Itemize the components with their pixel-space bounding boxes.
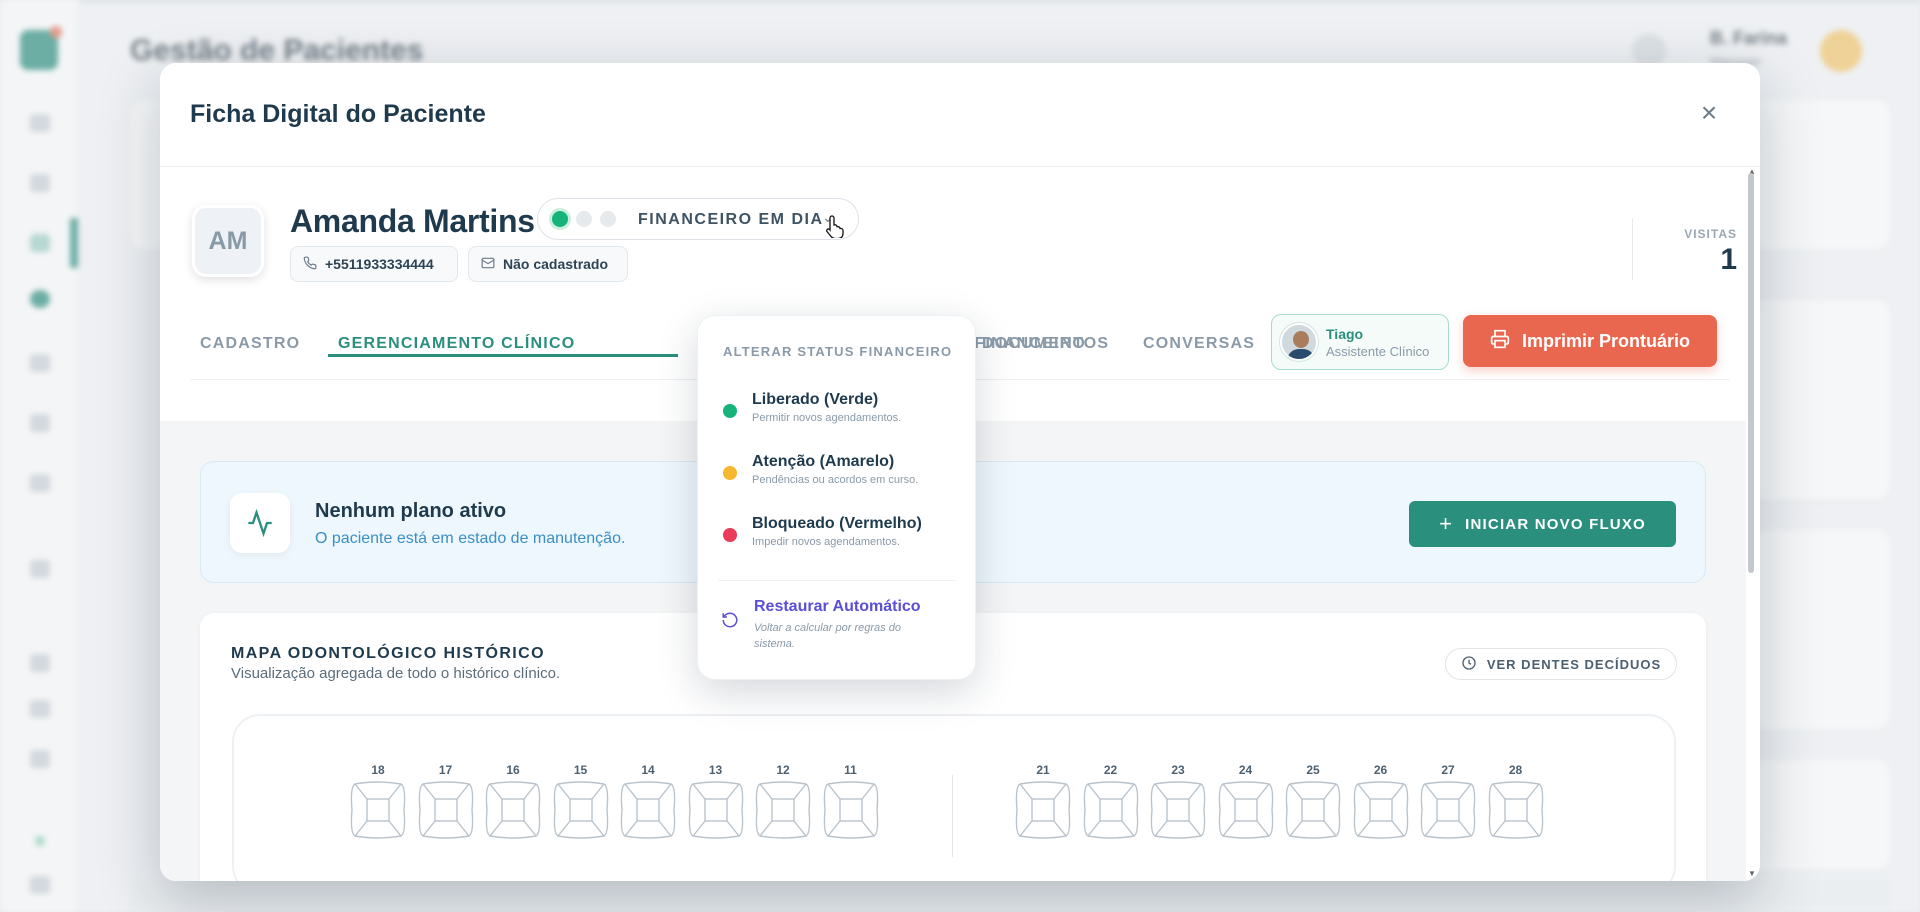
assistant-avatar [1280,323,1318,361]
tooth-number: 22 [1103,763,1118,777]
odontogram-subtitle: Visualização agregada de todo o históric… [231,665,561,682]
activity-icon [230,493,290,553]
tooth-number: 27 [1441,763,1455,777]
option-subtitle: Pendências ou acordos em curso. [752,474,919,486]
refresh-icon [721,611,739,634]
tooth-15[interactable] [552,781,610,839]
tooth-24[interactable] [1217,781,1275,839]
financial-status-label: FINANCEIRO EM DIA [638,211,824,228]
visits-label: VISITAS [1684,227,1737,241]
tab-conversas[interactable]: CONVERSAS [1143,335,1255,353]
tooth-25[interactable] [1284,781,1342,839]
tab-documentos[interactable]: DOCUMENTOS [982,335,1109,353]
phone-number: +5511933334444 [325,256,434,272]
visits-count: 1 [1720,243,1737,276]
tooth-13[interactable] [687,781,745,839]
tab-gerenciamento-clinico[interactable]: GERENCIAMENTO CLÍNICO [338,335,575,353]
tooth-number: 23 [1171,763,1185,777]
tooth-number: 26 [1373,763,1388,777]
status-dot-red [600,211,616,227]
assistant-role: Assistente Clínico [1326,343,1430,359]
option-liberado[interactable]: Liberado (Verde) Permitir novos agendame… [698,386,975,442]
print-record-button[interactable]: Imprimir Prontuário [1463,315,1717,367]
mail-icon [481,256,495,273]
tooth-11[interactable] [822,781,880,839]
restore-title: Restaurar Automático [754,598,921,615]
tooth-26[interactable] [1352,781,1410,839]
tooth-28[interactable] [1487,781,1545,839]
hand-cursor-icon [826,214,846,245]
odontogram-title: MAPA ODONTOLÓGICO HISTÓRICO [231,645,545,662]
visits-divider [1632,218,1633,280]
assistant-card[interactable]: Tiago Assistente Clínico [1271,314,1449,370]
tooth-number: 24 [1238,763,1253,777]
plan-title: Nenhum plano ativo [315,500,507,522]
option-title: Liberado (Verde) [752,391,879,408]
restore-subtitle: Voltar a calcular por regras do sistema. [754,622,901,650]
tooth-number: 18 [371,763,385,777]
red-dot-icon [723,528,737,542]
tooth-16[interactable] [484,781,542,839]
dropdown-header: ALTERAR STATUS FINANCEIRO [723,344,953,359]
tooth-23[interactable] [1149,781,1207,839]
patient-avatar: AM [192,205,264,277]
tooth-number: 25 [1306,763,1320,777]
financial-status-selector[interactable]: FINANCEIRO EM DIA ⌄ [537,198,859,240]
green-dot-icon [723,404,737,418]
status-dot-yellow [576,211,592,227]
dropdown-divider [718,580,955,581]
scrollbar[interactable] [1748,173,1756,873]
option-subtitle: Impedir novos agendamentos. [752,536,900,548]
tooth-22[interactable] [1082,781,1140,839]
tooth-27[interactable] [1419,781,1477,839]
scroll-down-arrow-icon[interactable]: ▼ [1748,869,1756,878]
financial-status-dropdown: ALTERAR STATUS FINANCEIRO Liberado (Verd… [697,315,976,680]
tooth-12[interactable] [754,781,812,839]
tooth-number: 21 [1036,763,1050,777]
assistant-name: Tiago [1326,325,1364,342]
tooth-21[interactable] [1014,781,1072,839]
tooth-number: 17 [438,763,453,777]
tab-cadastro[interactable]: CADASTRO [200,335,300,353]
option-title: Atenção (Amarelo) [752,453,895,470]
tooth-18[interactable] [349,781,407,839]
tooth-number: 28 [1508,763,1523,777]
tooth-number: 12 [776,763,790,777]
patient-record-modal: Ficha Digital do Paciente × ▲ ▼ AM Amand… [160,63,1760,881]
plan-subtitle: O paciente está em estado de manutenção. [315,530,626,547]
email-value: Não cadastrado [503,256,609,272]
view-deciduous-teeth-button[interactable]: VER DENTES DECÍDUOS [1445,648,1677,680]
arch-midline [952,775,953,857]
tooth-number: 14 [641,763,655,777]
deciduous-button-label: VER DENTES DECÍDUOS [1486,656,1662,672]
phone-pill[interactable]: +5511933334444 [290,246,458,282]
restore-automatic-option[interactable]: Restaurar Automático Voltar a calcular p… [698,594,975,664]
printer-icon [1490,329,1510,354]
email-pill[interactable]: Não cadastrado [468,246,628,282]
scrollbar-thumb[interactable] [1748,173,1754,573]
option-subtitle: Permitir novos agendamentos. [752,412,902,424]
print-button-label: Imprimir Prontuário [1521,330,1691,351]
close-icon[interactable]: × [1694,99,1724,129]
option-title: Bloqueado (Vermelho) [752,515,922,532]
tooth-17[interactable] [417,781,475,839]
patient-name: Amanda Martins [290,203,535,239]
tooth-icon [1461,655,1477,674]
start-button-label: INICIAR NOVO FLUXO [1465,515,1646,533]
option-atencao[interactable]: Atenção (Amarelo) Pendências ou acordos … [698,448,975,504]
plus-icon: + [1439,511,1454,536]
option-bloqueado[interactable]: Bloqueado (Vermelho) Impedir novos agend… [698,510,975,566]
status-dot-green [552,211,568,227]
tooth-number: 15 [573,763,588,777]
tooth-number: 11 [844,763,857,777]
tooth-14[interactable] [619,781,677,839]
modal-header: Ficha Digital do Paciente × [160,63,1760,167]
modal-title: Ficha Digital do Paciente [190,100,486,128]
active-tab-indicator [328,354,678,357]
tooth-number: 13 [708,763,723,777]
yellow-dot-icon [723,466,737,480]
tooth-number: 16 [506,763,520,777]
phone-icon [303,256,317,273]
start-new-flow-button[interactable]: + INICIAR NOVO FLUXO [1409,501,1676,547]
